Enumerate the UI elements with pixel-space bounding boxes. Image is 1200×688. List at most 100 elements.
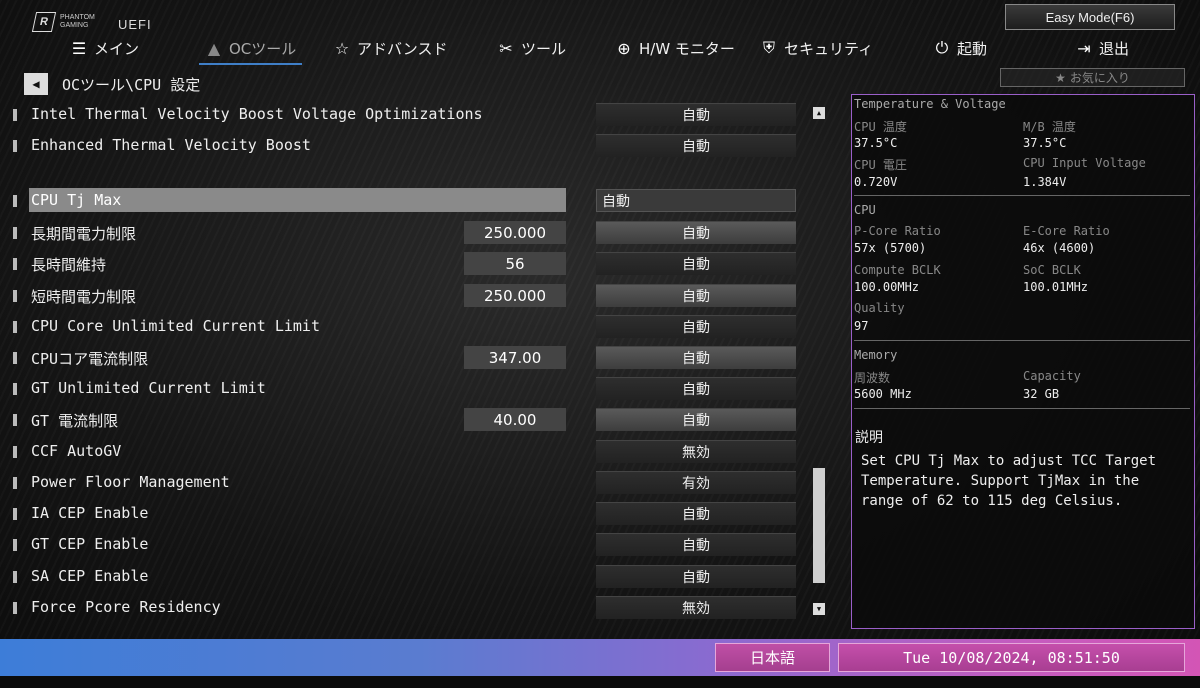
nav-hw-monitor[interactable]: ⊕ H/W モニター	[615, 34, 735, 62]
setting-row[interactable]: Force Pcore Residency 無効	[0, 595, 830, 621]
setting-value[interactable]: 自動	[596, 103, 796, 126]
row-bullet	[13, 321, 17, 333]
back-button[interactable]: ◀	[24, 73, 48, 95]
brand-logo: R PHANTOM GAMING	[31, 12, 104, 32]
setting-row[interactable]: CPUコア電流制限 347.00 自動	[0, 345, 830, 371]
hw-monitor-panel: Temperature & Voltage CPU 温度 37.5°C M/B …	[851, 94, 1195, 629]
setting-number-input[interactable]: 347.00	[464, 346, 566, 369]
cpu-voltage-value: 0.720V	[854, 175, 898, 189]
quality-label: Quality	[854, 301, 905, 315]
freq-label: 周波数	[854, 371, 891, 385]
setting-value[interactable]: 自動	[596, 134, 796, 157]
cpu-temp-value: 37.5°C	[854, 136, 898, 150]
setting-number-input[interactable]: 250.000	[464, 221, 566, 244]
setting-value[interactable]: 自動	[596, 284, 796, 307]
setting-row[interactable]: GT 電流制限 40.00 自動	[0, 407, 830, 433]
setting-value[interactable]: 自動	[596, 502, 796, 525]
setting-number-input[interactable]: 250.000	[464, 284, 566, 307]
scroll-up-button[interactable]: ▲	[813, 107, 825, 119]
easy-mode-button[interactable]: Easy Mode(F6)	[1005, 4, 1175, 30]
setting-label: CPU Tj Max	[31, 191, 122, 209]
setting-label: SA CEP Enable	[31, 567, 149, 585]
row-bullet	[13, 446, 17, 458]
nav-label: 起動	[957, 39, 988, 58]
setting-value[interactable]: 自動	[596, 221, 796, 244]
section-title: CPU	[854, 203, 876, 217]
wrench-icon: ✂	[499, 38, 513, 58]
quality-value: 97	[854, 319, 869, 333]
setting-row[interactable]: Intel Thermal Velocity Boost Voltage Opt…	[0, 102, 830, 128]
cpu-temp-label: CPU 温度	[854, 120, 907, 134]
datetime-display: Tue 10/08/2024, 08:51:50	[838, 643, 1185, 672]
nav-advanced[interactable]: ☆ アドバンスド	[333, 34, 448, 62]
nav-oc-tools[interactable]: ▲ OCツール	[198, 34, 303, 65]
cpu-input-value: 1.384V	[1023, 175, 1067, 189]
row-bullet	[13, 258, 17, 270]
exit-icon: ⇥	[1077, 38, 1091, 58]
nav-security[interactable]: ⛨ セキュリティ	[760, 34, 873, 62]
nav-label: 退出	[1099, 39, 1130, 58]
crosshair-icon: ⊕	[617, 38, 631, 58]
divider	[854, 340, 1190, 341]
nav-label: ツール	[521, 39, 567, 58]
setting-row[interactable]: 長時間維持 56 自動	[0, 251, 830, 277]
setting-row[interactable]: Enhanced Thermal Velocity Boost 自動	[0, 133, 830, 159]
setting-value[interactable]: 自動	[596, 189, 796, 212]
row-bullet	[13, 414, 17, 426]
setting-label: IA CEP Enable	[31, 504, 149, 522]
setting-value[interactable]: 自動	[596, 408, 796, 431]
nav-main[interactable]: ☰ メイン	[70, 34, 139, 62]
setting-label: GT 電流制限	[31, 412, 119, 430]
setting-value[interactable]: 自動	[596, 533, 796, 556]
star-icon: ☆	[334, 38, 350, 58]
language-button[interactable]: 日本語	[715, 643, 830, 672]
nav-exit[interactable]: ⇥ 退出	[1075, 34, 1129, 62]
nav-boot[interactable]: ⏻ 起動	[933, 34, 987, 62]
section-title: Memory	[854, 348, 898, 362]
setting-row[interactable]: 長期間電力制限 250.000 自動	[0, 220, 830, 246]
setting-value[interactable]: 無効	[596, 440, 796, 463]
setting-row[interactable]: IA CEP Enable 自動	[0, 501, 830, 527]
setting-value[interactable]: 自動	[596, 565, 796, 588]
setting-number-input[interactable]: 40.00	[464, 408, 566, 431]
setting-label: Intel Thermal Velocity Boost Voltage Opt…	[31, 105, 483, 123]
row-bullet	[13, 383, 17, 395]
setting-row[interactable]: CCF AutoGV 無効	[0, 439, 830, 465]
favorites-button[interactable]: ★ お気に入り	[1000, 68, 1185, 87]
setting-row[interactable]: SA CEP Enable 自動	[0, 564, 830, 590]
setting-row[interactable]: GT Unlimited Current Limit 自動	[0, 376, 830, 402]
rocket-icon: ▲	[207, 38, 221, 58]
setting-label: CCF AutoGV	[31, 442, 122, 460]
setting-label: Enhanced Thermal Velocity Boost	[31, 136, 311, 154]
nav-tools[interactable]: ✂ ツール	[497, 34, 566, 62]
setting-row-selected[interactable]: CPU Tj Max 自動	[0, 188, 830, 214]
logo-mark: R	[31, 12, 57, 32]
main-nav: ☰ メイン ▲ OCツール ☆ アドバンスド ✂ ツール ⊕ H/W モニター …	[0, 34, 1200, 65]
setting-value[interactable]: 自動	[596, 346, 796, 369]
setting-label: Force Pcore Residency	[31, 598, 221, 616]
setting-label: GT CEP Enable	[31, 535, 149, 553]
power-icon: ⏻	[935, 38, 949, 57]
setting-value[interactable]: 無効	[596, 596, 796, 619]
row-bullet	[13, 539, 17, 551]
setting-value[interactable]: 自動	[596, 377, 796, 400]
setting-value[interactable]: 有効	[596, 471, 796, 494]
setting-row[interactable]: CPU Core Unlimited Current Limit 自動	[0, 314, 830, 340]
footer-bottom-strip	[0, 676, 1200, 688]
row-bullet	[13, 352, 17, 364]
setting-row[interactable]: Power Floor Management 有効	[0, 470, 830, 496]
cpu-voltage-label: CPU 電圧	[854, 158, 907, 172]
section-title: Temperature & Voltage	[854, 97, 1006, 111]
setting-value[interactable]: 自動	[596, 252, 796, 275]
scrollbar-thumb[interactable]	[813, 468, 825, 583]
soc-bclk-label: SoC BCLK	[1023, 263, 1081, 277]
scroll-down-button[interactable]: ▼	[813, 603, 825, 615]
setting-number-input[interactable]: 56	[464, 252, 566, 275]
description-text: Set CPU Tj Max to adjust TCC Target Temp…	[861, 453, 1157, 509]
nav-label: OCツール	[229, 39, 297, 58]
setting-value[interactable]: 自動	[596, 315, 796, 338]
setting-row[interactable]: GT CEP Enable 自動	[0, 532, 830, 558]
row-bullet	[13, 109, 17, 121]
setting-row[interactable]: 短時間電力制限 250.000 自動	[0, 283, 830, 309]
description-title: 説明	[855, 430, 883, 446]
